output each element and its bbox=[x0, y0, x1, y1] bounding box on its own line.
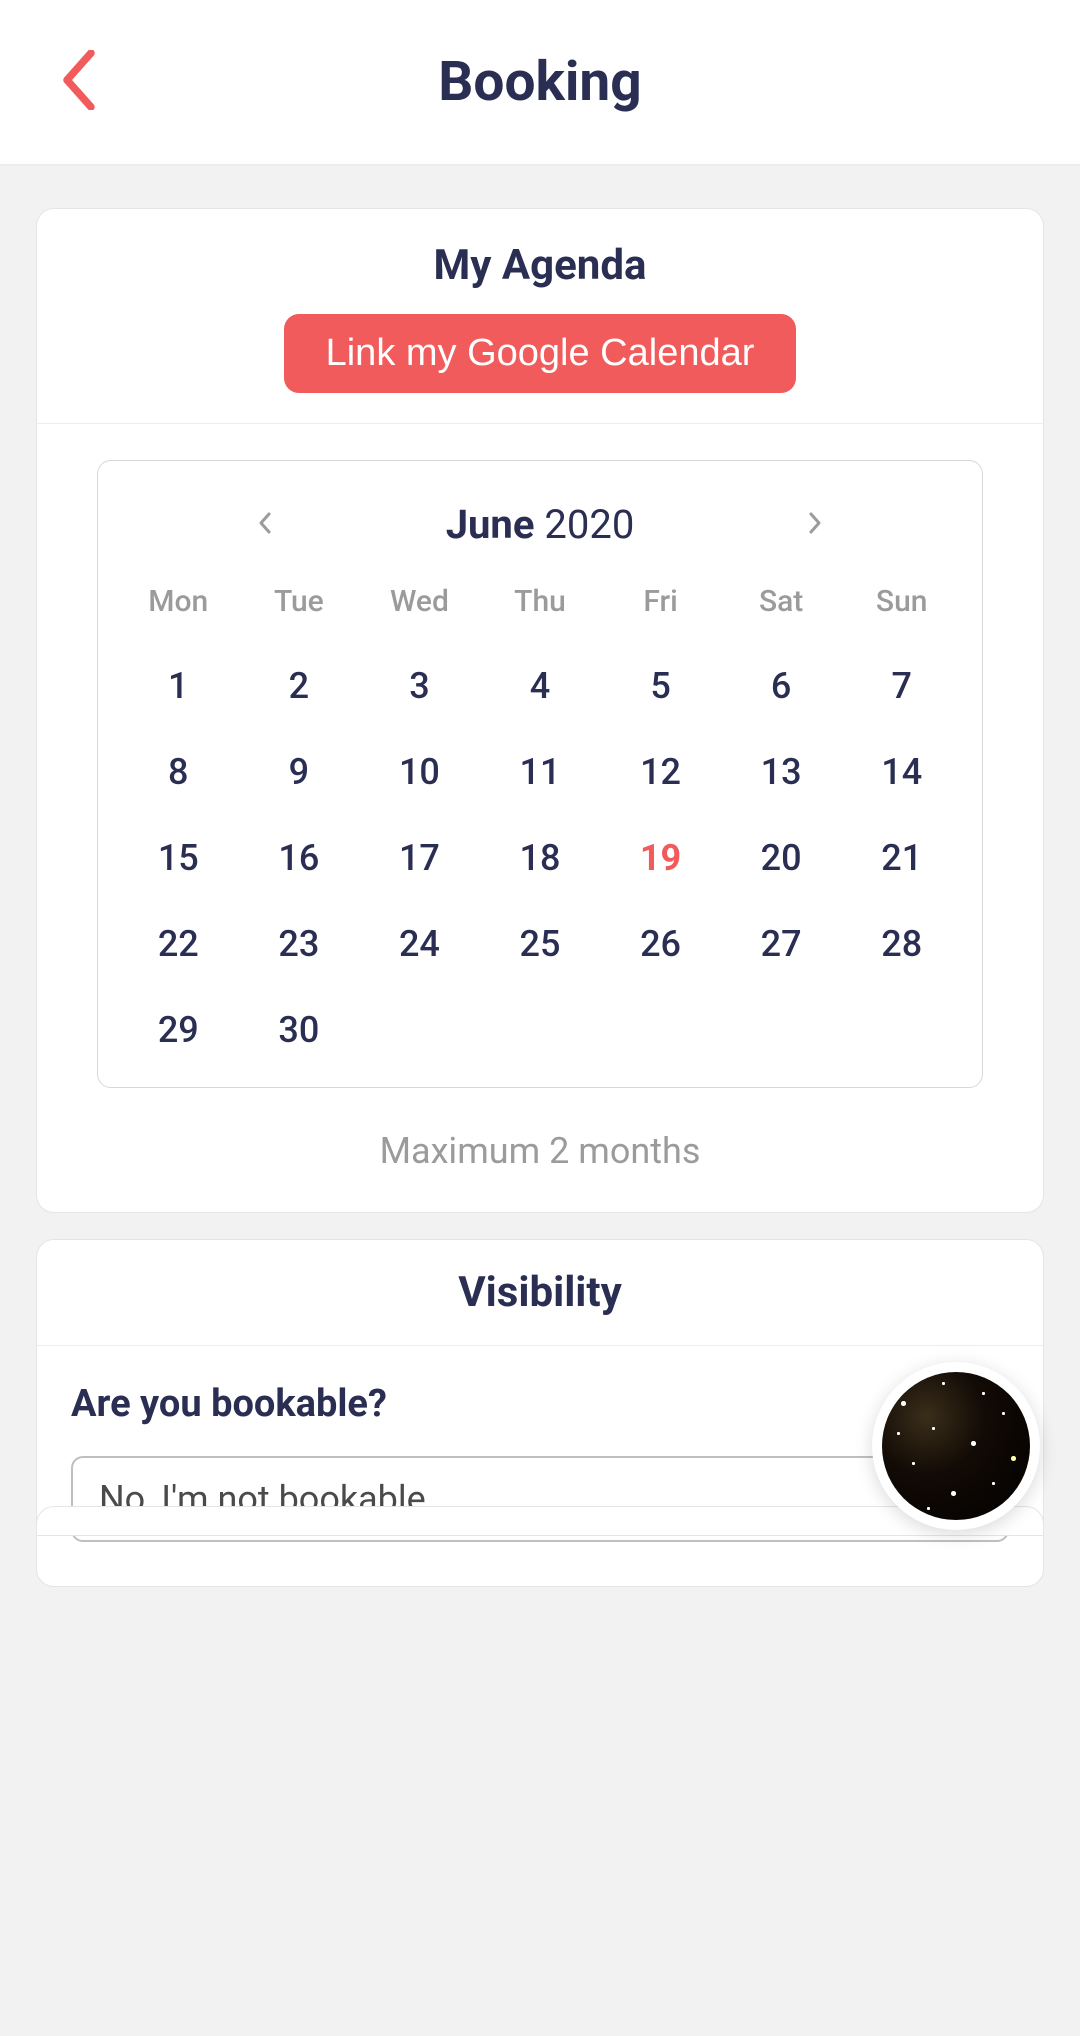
calendar-day[interactable]: 29 bbox=[118, 1003, 239, 1057]
calendar-dow: Thu bbox=[480, 584, 601, 627]
calendar-day[interactable]: 20 bbox=[721, 831, 842, 885]
back-button[interactable] bbox=[60, 50, 98, 114]
visibility-card-header: Visibility bbox=[37, 1240, 1043, 1346]
calendar-day[interactable]: 27 bbox=[721, 917, 842, 971]
calendar-day[interactable]: 15 bbox=[118, 831, 239, 885]
visibility-question: Are you bookable? bbox=[71, 1382, 1009, 1426]
agenda-card: My Agenda Link my Google Calendar June 2… bbox=[36, 208, 1044, 1213]
calendar-month: June bbox=[446, 501, 535, 548]
calendar-day[interactable]: 30 bbox=[239, 1003, 360, 1057]
calendar-day[interactable]: 21 bbox=[841, 831, 962, 885]
calendar-day[interactable]: 22 bbox=[118, 917, 239, 971]
visibility-title: Visibility bbox=[57, 1268, 1023, 1317]
calendar-day-empty bbox=[600, 1003, 721, 1057]
calendar-day-empty bbox=[721, 1003, 842, 1057]
calendar-dow: Tue bbox=[239, 584, 360, 627]
calendar-day[interactable]: 4 bbox=[480, 659, 601, 713]
calendar-grid: MonTueWedThuFriSatSun1234567891011121314… bbox=[118, 584, 962, 1057]
calendar-day[interactable]: 16 bbox=[239, 831, 360, 885]
calendar-dow: Mon bbox=[118, 584, 239, 627]
calendar-day[interactable]: 26 bbox=[600, 917, 721, 971]
calendar-day[interactable]: 3 bbox=[359, 659, 480, 713]
calendar-day[interactable]: 9 bbox=[239, 745, 360, 799]
calendar-prev-button[interactable] bbox=[248, 498, 282, 551]
calendar-day[interactable]: 19 bbox=[600, 831, 721, 885]
calendar-day[interactable]: 28 bbox=[841, 917, 962, 971]
next-card-peek bbox=[36, 1506, 1044, 1536]
chevron-left-icon bbox=[60, 50, 98, 110]
calendar-dow: Wed bbox=[359, 584, 480, 627]
agenda-card-header: My Agenda Link my Google Calendar bbox=[37, 209, 1043, 424]
chevron-right-icon bbox=[808, 512, 822, 534]
calendar-day[interactable]: 7 bbox=[841, 659, 962, 713]
calendar-nav: June 2020 bbox=[118, 501, 962, 548]
calendar-year: 2020 bbox=[544, 501, 634, 548]
calendar-day-empty bbox=[480, 1003, 601, 1057]
calendar-wrapper: June 2020 MonTueWedThuFriSatSun123456789… bbox=[37, 424, 1043, 1212]
calendar-day[interactable]: 8 bbox=[118, 745, 239, 799]
calendar-dow: Sun bbox=[841, 584, 962, 627]
page-title: Booking bbox=[0, 50, 1080, 114]
calendar-day[interactable]: 23 bbox=[239, 917, 360, 971]
calendar-day[interactable]: 17 bbox=[359, 831, 480, 885]
calendar-note: Maximum 2 months bbox=[97, 1130, 983, 1172]
calendar-day[interactable]: 18 bbox=[480, 831, 601, 885]
calendar-day[interactable]: 12 bbox=[600, 745, 721, 799]
link-google-calendar-button[interactable]: Link my Google Calendar bbox=[284, 314, 797, 393]
chevron-left-icon bbox=[258, 512, 272, 534]
calendar-dow: Fri bbox=[600, 584, 721, 627]
calendar-day[interactable]: 24 bbox=[359, 917, 480, 971]
calendar-day[interactable]: 6 bbox=[721, 659, 842, 713]
calendar-day[interactable]: 2 bbox=[239, 659, 360, 713]
calendar-dow: Sat bbox=[721, 584, 842, 627]
calendar-next-button[interactable] bbox=[798, 498, 832, 551]
avatar-icon bbox=[882, 1372, 1030, 1520]
calendar-day[interactable]: 5 bbox=[600, 659, 721, 713]
calendar-day[interactable]: 11 bbox=[480, 745, 601, 799]
calendar-day[interactable]: 14 bbox=[841, 745, 962, 799]
chat-fab[interactable] bbox=[872, 1362, 1040, 1530]
calendar-day[interactable]: 1 bbox=[118, 659, 239, 713]
calendar-day[interactable]: 13 bbox=[721, 745, 842, 799]
calendar-day[interactable]: 10 bbox=[359, 745, 480, 799]
calendar-day-empty bbox=[359, 1003, 480, 1057]
calendar: June 2020 MonTueWedThuFriSatSun123456789… bbox=[97, 460, 983, 1088]
agenda-title: My Agenda bbox=[57, 241, 1023, 290]
calendar-day[interactable]: 25 bbox=[480, 917, 601, 971]
calendar-month-year: June 2020 bbox=[446, 501, 635, 548]
header: Booking bbox=[0, 0, 1080, 164]
calendar-day-empty bbox=[841, 1003, 962, 1057]
